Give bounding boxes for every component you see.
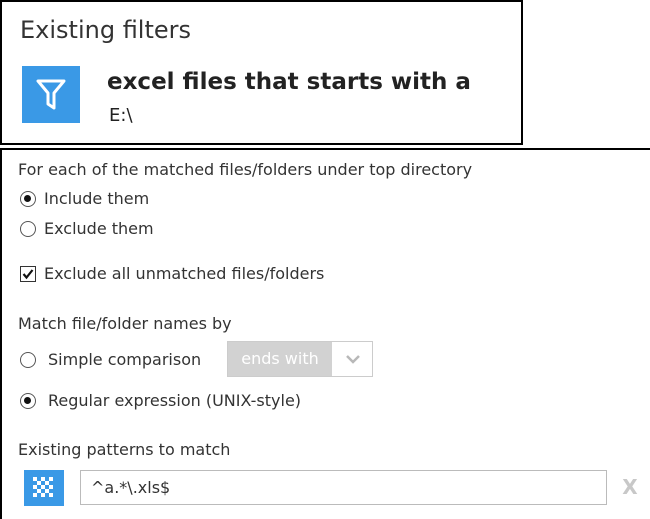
filter-path: E:\: [109, 105, 133, 126]
include-them-label[interactable]: Include them: [44, 189, 149, 208]
exclude-them-label[interactable]: Exclude them: [44, 219, 154, 238]
filter-icon[interactable]: [22, 66, 80, 123]
match-by-heading: Match file/folder names by: [18, 314, 232, 333]
include-them-radio[interactable]: [20, 191, 36, 207]
comparison-dropdown-value: ends with: [228, 342, 332, 376]
existing-filters-panel: Existing filters excel files that starts…: [0, 0, 523, 145]
matched-files-heading: For each of the matched files/folders un…: [18, 160, 473, 179]
checkered-pattern-icon: [24, 470, 64, 506]
regular-expression-radio[interactable]: [20, 393, 36, 409]
exclude-unmatched-checkbox[interactable]: [20, 266, 36, 282]
regular-expression-label[interactable]: Regular expression (UNIX-style): [48, 391, 301, 410]
exclude-them-radio[interactable]: [20, 221, 36, 237]
simple-comparison-label[interactable]: Simple comparison: [48, 350, 201, 369]
chevron-down-icon[interactable]: [334, 342, 372, 376]
pattern-input[interactable]: [80, 470, 607, 505]
comparison-dropdown[interactable]: ends with: [227, 341, 373, 377]
existing-filters-heading: Existing filters: [20, 16, 192, 44]
filter-name[interactable]: excel files that starts with a: [107, 69, 471, 95]
remove-pattern-button[interactable]: X: [615, 470, 645, 505]
exclude-unmatched-label[interactable]: Exclude all unmatched files/folders: [44, 264, 324, 283]
existing-patterns-heading: Existing patterns to match: [18, 440, 231, 459]
simple-comparison-radio[interactable]: [20, 352, 36, 368]
